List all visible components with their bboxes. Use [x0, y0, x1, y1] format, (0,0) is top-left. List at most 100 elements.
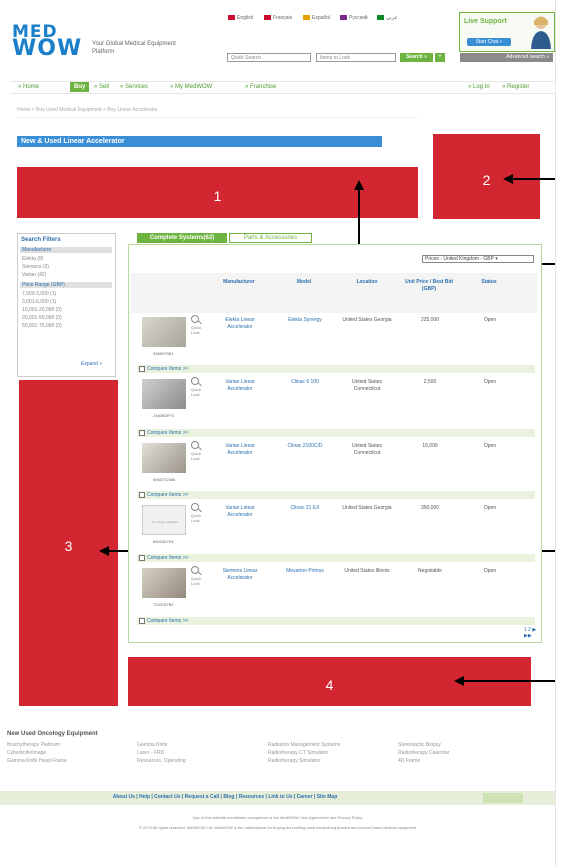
- compare-checkbox[interactable]: [139, 366, 145, 372]
- lang-english[interactable]: English: [228, 15, 253, 21]
- nav-sell[interactable]: » Sell: [94, 84, 109, 90]
- nav-my-medwow[interactable]: » My MedWOW: [170, 84, 212, 90]
- footer-link[interactable]: Cyberknife/Image: [7, 749, 67, 757]
- table-row[interactable]: No Image Available Quick Look 6603457E4 …: [137, 501, 535, 553]
- nav-buy[interactable]: Buy: [70, 82, 90, 92]
- country-select[interactable]: Prices - United Kingdom - GBP ▾: [422, 255, 534, 263]
- table-row[interactable]: Quick Look 6566722586 Varian Linear Acce…: [137, 439, 535, 491]
- compare-checkbox[interactable]: [139, 555, 145, 561]
- cell-manufacturer[interactable]: Varian Linear Accelerator: [217, 379, 263, 393]
- arrow-line-4: [463, 680, 555, 682]
- cell-manufacturer[interactable]: Elekta Linear Accelerator: [217, 317, 263, 331]
- quick-look-link[interactable]: Quick Look: [191, 325, 209, 335]
- quick-look-link[interactable]: Quick Look: [191, 576, 209, 586]
- column-model[interactable]: Model: [274, 279, 334, 286]
- lang-spanish[interactable]: Español: [303, 15, 330, 21]
- compare-checkbox[interactable]: [139, 430, 145, 436]
- lang-russian[interactable]: Pусский: [340, 15, 368, 21]
- expand-link[interactable]: Expand »: [81, 361, 102, 367]
- compare-checkbox[interactable]: [139, 618, 145, 624]
- filter-price-item[interactable]: 7,000-3,000 (1): [22, 291, 56, 297]
- filter-price-item[interactable]: 10,001-20,000 (3): [22, 307, 62, 313]
- magnifier-handle: [198, 508, 202, 513]
- compare-items-link[interactable]: Compare Items >>: [137, 554, 535, 562]
- column-location[interactable]: Location: [337, 279, 397, 286]
- footer-link[interactable]: Radiotherapy Calendar: [398, 749, 449, 757]
- footer-link[interactable]: Gamma Knife Head Frame: [7, 757, 67, 765]
- lang-arabic[interactable]: عربي: [377, 15, 397, 21]
- nav-home[interactable]: » Home: [18, 84, 39, 90]
- table-row[interactable]: Quick Look 2460B0FF3 Varian Linear Accel…: [137, 375, 535, 427]
- cell-price: 2,500: [423, 379, 437, 385]
- product-thumbnail[interactable]: [142, 379, 186, 409]
- filter-manufacturer-item[interactable]: Elekta (8): [22, 256, 43, 262]
- support-agent-avatar: [531, 16, 551, 49]
- cell-status: Open: [483, 443, 497, 449]
- cell-model[interactable]: Clinac 2100C/D: [275, 443, 335, 450]
- cell-manufacturer[interactable]: Siemens Linear Accelerator: [217, 568, 263, 582]
- quick-look-link[interactable]: Quick Look: [191, 451, 209, 461]
- filter-manufacturer-item[interactable]: Siemens (3): [22, 264, 49, 270]
- start-chat-button[interactable]: Start Chat »: [467, 38, 511, 46]
- filters-title: Search Filters: [21, 237, 61, 243]
- lang-french[interactable]: Français: [264, 15, 292, 21]
- cell-model[interactable]: Mevatron Primus: [275, 568, 335, 575]
- cell-location: United States Georgia: [342, 505, 392, 511]
- footer-link[interactable]: 4D Frame: [398, 757, 449, 765]
- footer-links[interactable]: About Us | Help | Contact Us | Request a…: [0, 794, 450, 800]
- footer-link[interactable]: Brachytherapy Platinum: [7, 741, 67, 749]
- nav-services[interactable]: » Services: [120, 84, 148, 90]
- table-row[interactable]: Quick Look 7243787B2 Siemens Linear Acce…: [137, 564, 535, 616]
- cell-model[interactable]: Clinac 6 100: [275, 379, 335, 386]
- spain-flag-icon: [303, 15, 310, 21]
- footer-column: Brachytherapy Platinum Cyberknife/Image …: [7, 741, 67, 765]
- table-row[interactable]: Quick Look 3356073B1 Elekta Linear Accel…: [137, 313, 535, 365]
- filter-price-item[interactable]: 3,001-6,000 (1): [22, 299, 56, 305]
- search-input[interactable]: Quick Search: [227, 53, 311, 62]
- plus-icon[interactable]: +: [435, 53, 445, 62]
- search-category-select[interactable]: Items to Look: [316, 53, 396, 62]
- quick-look-link[interactable]: Quick Look: [191, 513, 209, 523]
- product-thumbnail[interactable]: [142, 317, 186, 347]
- footer-link[interactable]: Stereotactic Biopsy: [398, 741, 449, 749]
- nav-login[interactable]: » Log In: [468, 84, 490, 90]
- tab-complete-systems[interactable]: Complete Systems(62): [137, 233, 227, 243]
- product-thumbnail[interactable]: [142, 568, 186, 598]
- compare-items-link[interactable]: Compare Items >>: [137, 491, 535, 499]
- page: MED WOW Your Global Medical Equipment Pl…: [0, 0, 556, 867]
- logo-wow[interactable]: WOW: [12, 36, 82, 61]
- cell-manufacturer[interactable]: Varian Linear Accelerator: [217, 443, 263, 457]
- cell-model[interactable]: Elekta Synergy: [275, 317, 335, 324]
- product-thumbnail[interactable]: [142, 443, 186, 473]
- filter-price-item[interactable]: 20,001-50,000 (3): [22, 315, 62, 321]
- item-id: 6566722586: [153, 477, 176, 482]
- compare-items-link[interactable]: Compare Items >>: [137, 365, 535, 373]
- footer-link[interactable]: Radiation Management Systems: [268, 741, 340, 749]
- column-price[interactable]: Unit Price / Best Bid (GBP): [401, 279, 457, 293]
- tab-parts-accessories[interactable]: Parts & Accessories: [229, 233, 312, 243]
- advanced-search-link[interactable]: Advanced search »: [460, 53, 553, 62]
- nav-franchise[interactable]: » Franchise: [245, 84, 276, 90]
- column-status[interactable]: Status: [459, 279, 519, 286]
- footer-link[interactable]: Gamma Knife: [137, 741, 186, 749]
- footer-link[interactable]: Laser - FRD: [137, 749, 186, 757]
- cell-location: United States Illinois: [344, 568, 390, 574]
- filter-manufacturer-item[interactable]: Varian (42): [22, 272, 46, 278]
- nav-register[interactable]: » Register: [502, 84, 529, 90]
- breadcrumb[interactable]: Home > Buy Used Medical Equipment > Buy …: [17, 107, 158, 113]
- tagline: Your Global Medical Equipment Platform: [92, 41, 176, 55]
- product-thumbnail[interactable]: No Image Available: [142, 505, 186, 535]
- compare-items-link[interactable]: Compare Items >>: [137, 429, 535, 437]
- cell-model[interactable]: Clinac 21 EX: [275, 505, 335, 512]
- compare-items-link[interactable]: Compare Items >>: [137, 617, 535, 625]
- quick-look-link[interactable]: Quick Look: [191, 387, 209, 397]
- compare-checkbox[interactable]: [139, 492, 145, 498]
- pagination[interactable]: 1 2 ▶ ▶▶: [524, 627, 541, 639]
- column-manufacturer[interactable]: Manufacturer: [209, 279, 269, 286]
- footer-link[interactable]: Radiotherapy CT Simulator: [268, 749, 340, 757]
- cell-manufacturer[interactable]: Varian Linear Accelerator: [217, 505, 263, 519]
- filter-price-item[interactable]: 50,001-75,000 (3): [22, 323, 62, 329]
- footer-link[interactable]: Resources, Operating: [137, 757, 186, 765]
- search-button[interactable]: Search »: [400, 53, 433, 62]
- footer-link[interactable]: Radiotherapy Simulator: [268, 757, 340, 765]
